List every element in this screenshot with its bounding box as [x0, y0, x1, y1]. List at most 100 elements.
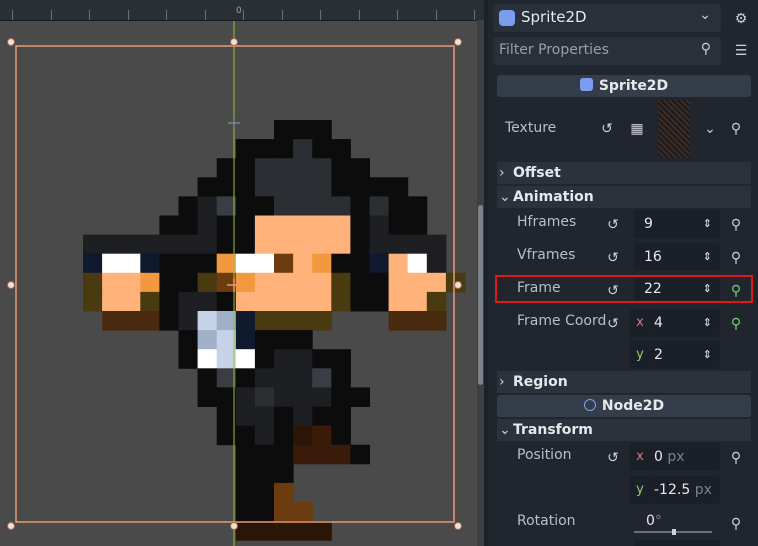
unit-label: px	[694, 482, 712, 498]
key-add-icon[interactable]: ⚲	[726, 315, 746, 333]
reset-icon[interactable]: ↺	[604, 282, 622, 300]
sprite-pixel	[426, 253, 447, 274]
reset-icon[interactable]: ↺	[604, 315, 622, 333]
hframes-value: 9	[644, 216, 653, 232]
key-icon[interactable]: ⚲	[726, 449, 746, 467]
sprite-pixel	[235, 196, 256, 216]
sprite-pixel	[216, 291, 237, 312]
key-icon[interactable]: ⚲	[726, 216, 746, 234]
sprite-pixel	[216, 368, 237, 388]
inspector-panel: Sprite2D ⌄ ⚙ Filter Properties ⚲ ☰ Sprit…	[488, 0, 758, 546]
texture-edit-icon[interactable]: ▦	[628, 120, 646, 138]
section-animation-label: Animation	[513, 189, 594, 205]
spin-arrows-icon[interactable]: ⇕	[703, 210, 712, 238]
section-transform[interactable]: ⌄ Transform	[497, 419, 751, 441]
scrollbar-thumb[interactable]	[478, 205, 483, 385]
sprite-pixel	[216, 196, 237, 216]
sprite-pixel	[254, 502, 275, 522]
sprite-pixel	[216, 330, 237, 350]
filter-properties-input[interactable]: Filter Properties ⚲	[493, 37, 721, 65]
frame-spinbox[interactable]: 22 ⇕	[634, 278, 720, 300]
sprite-pixel	[331, 444, 351, 465]
sprite-pixel	[293, 349, 313, 369]
sprite-pixel	[331, 158, 351, 178]
key-icon[interactable]: ⚲	[726, 515, 746, 533]
sprite-pixel	[254, 272, 275, 293]
node-type-label: Sprite2D	[521, 8, 587, 26]
sprite-pixel	[293, 444, 313, 465]
vframes-spinbox[interactable]: 16 ⇕	[634, 243, 720, 271]
sprite-pixel	[140, 253, 160, 274]
sprite-pixel	[274, 444, 294, 465]
spin-arrows-icon[interactable]: ⇕	[703, 278, 712, 300]
sprite-pixel	[350, 177, 370, 197]
sprite-pixel	[121, 234, 141, 255]
key-add-icon[interactable]: ⚲	[726, 282, 746, 300]
sprite-pixel	[350, 234, 370, 255]
sprite-pixel	[312, 521, 332, 541]
tune-icon[interactable]: ☰	[730, 40, 752, 62]
sprite-pixel	[407, 215, 428, 236]
sprite-pixel	[274, 291, 294, 312]
node-tools-icon[interactable]: ⚙	[730, 8, 752, 30]
sprite-pixel	[235, 311, 256, 331]
handle-top-left	[7, 38, 15, 46]
slider-grabber[interactable]	[672, 529, 676, 535]
sprite-canvas[interactable]	[0, 0, 484, 546]
rotation-slider[interactable]: 0°	[634, 510, 720, 538]
position-x-input[interactable]: 0 px	[650, 443, 720, 471]
section-region[interactable]: › Region	[497, 371, 751, 393]
reset-icon[interactable]: ↺	[604, 449, 622, 467]
key-icon[interactable]: ⚲	[726, 249, 746, 267]
reset-icon[interactable]: ↺	[604, 216, 622, 234]
sprite-pixel	[178, 311, 199, 331]
sprite-pixel	[197, 387, 218, 407]
spin-arrows-icon[interactable]: ⇕	[703, 341, 712, 369]
sprite-pixel	[388, 177, 409, 197]
sprite-pixel	[254, 368, 275, 388]
ruler-tick	[51, 10, 52, 20]
sprite-pixel	[293, 330, 313, 350]
texture-preview[interactable]	[658, 100, 690, 158]
chevron-down-icon[interactable]: ⌄	[702, 120, 718, 138]
section-offset-label: Offset	[513, 165, 561, 181]
spin-arrows-icon[interactable]: ⇕	[703, 243, 712, 271]
reset-icon[interactable]: ↺	[604, 249, 622, 267]
frame-coords-x-spinbox[interactable]: 4 ⇕	[650, 309, 720, 337]
unit-label: px	[667, 449, 685, 465]
sprite-pixel	[274, 253, 294, 274]
key-icon[interactable]: ⚲	[726, 120, 746, 138]
section-offset[interactable]: › Offset	[497, 162, 751, 184]
section-animation[interactable]: ⌄ Animation	[497, 186, 751, 208]
sprite-pixel	[274, 272, 294, 293]
sprite-pixel	[293, 215, 313, 236]
filter-placeholder: Filter Properties	[499, 42, 609, 58]
sprite-pixel	[274, 177, 294, 197]
sprite-pixel	[178, 234, 199, 255]
sprite-pixel	[216, 158, 237, 178]
handle-top	[230, 38, 238, 46]
sprite-pixel	[274, 502, 294, 522]
spin-arrows-icon[interactable]: ⇕	[703, 309, 712, 337]
ruler-tick	[243, 10, 244, 20]
handle-bottom-left	[7, 522, 15, 530]
sprite-pixel	[121, 311, 141, 331]
frame-coords-y-spinbox[interactable]: 2 ⇕	[650, 341, 720, 369]
reset-icon[interactable]: ↺	[598, 120, 616, 138]
sprite-pixel	[178, 330, 199, 350]
canvas-viewport[interactable]: 0	[0, 0, 484, 546]
node-type-selector[interactable]: Sprite2D ⌄	[493, 4, 721, 32]
sprite-pixel	[254, 311, 275, 331]
hframes-spinbox[interactable]: 9 ⇕	[634, 210, 720, 238]
position-y-input[interactable]: -12.5 px	[650, 476, 720, 504]
sprite-pixel	[140, 291, 160, 312]
sprite-pixel	[274, 311, 294, 331]
sprite-pixel	[426, 291, 447, 312]
sprite-pixel	[388, 272, 409, 293]
texture-label: Texture	[505, 120, 557, 136]
sprite-pixel	[350, 158, 370, 178]
sprite-pixel	[254, 139, 275, 159]
sprite-pixel	[254, 215, 275, 236]
sprite-pixel	[235, 425, 256, 446]
vertical-scrollbar[interactable]	[477, 20, 484, 546]
